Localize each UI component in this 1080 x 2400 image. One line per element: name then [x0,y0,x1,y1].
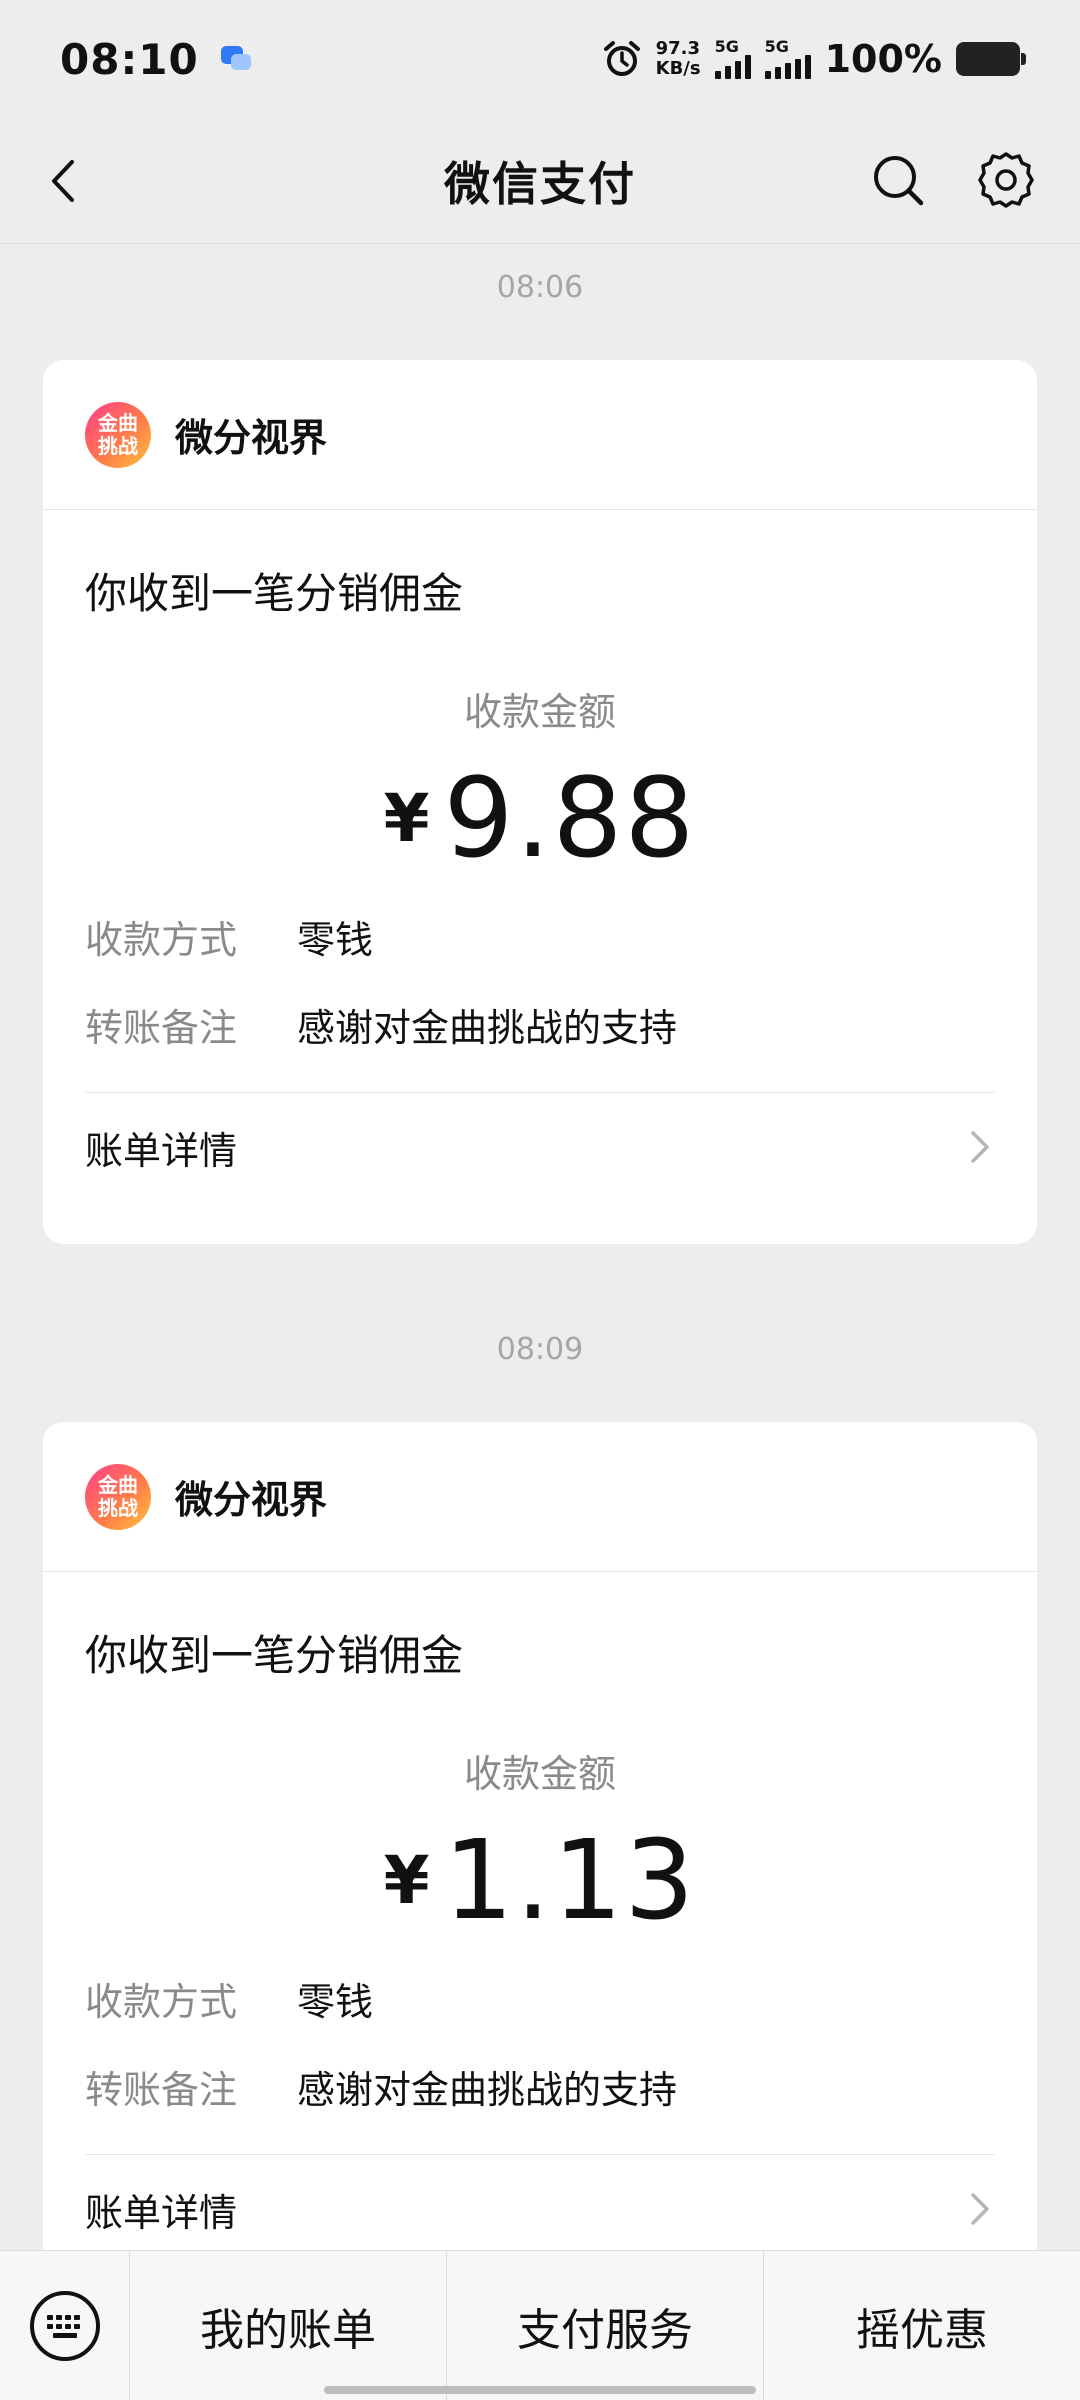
status-time: 08:10 [60,34,199,84]
transfer-note-value: 感谢对金曲挑战的支持 [297,2067,678,2112]
transfer-note-label: 转账备注 [85,1005,238,1050]
alarm-icon [603,41,640,76]
transfer-note-value: 感谢对金曲挑战的支持 [297,1005,678,1050]
message-timestamp: 08:06 [496,270,584,305]
back-arrow-icon[interactable] [40,156,90,206]
menu-my-bills[interactable]: 我的账单 [130,2251,446,2400]
bill-detail-link[interactable]: 账单详情 [85,1093,995,1201]
keyboard-toggle-button[interactable] [0,2250,130,2400]
payment-notification-card[interactable]: 金曲 挑战 微分视界 你收到一笔分销佣金 收款金额 ¥ 1.13 收款方式 零钱… [43,1422,1037,2306]
payment-method-label: 收款方式 [85,917,238,962]
payment-notification-card[interactable]: 金曲 挑战 微分视界 你收到一笔分销佣金 收款金额 ¥ 9.88 收款方式 零钱… [43,360,1037,1244]
amount-label: 收款金额 [463,690,616,734]
payment-method-value: 零钱 [297,917,374,962]
merchant-name: 微分视界 [175,416,328,460]
signal-2-icon: 5G [764,37,811,79]
notification-title: 你收到一笔分销佣金 [85,569,464,618]
payment-method-row: 收款方式 零钱 [85,1972,995,2024]
menu-payment-services[interactable]: 支付服务 [446,2250,763,2400]
currency-symbol: ¥ [383,1841,430,1919]
page-title: 微信支付 [444,156,636,211]
amount: ¥ 1.13 [85,1816,995,1944]
home-indicator[interactable] [324,2386,756,2394]
payment-method-value: 零钱 [297,1979,374,2024]
merchant-avatar[interactable]: 金曲 挑战 [85,1463,151,1530]
merchant-name: 微分视界 [175,1478,328,1522]
bill-detail-link[interactable]: 账单详情 [85,2155,995,2263]
network-speed: 97.3 KB/s [656,39,701,79]
payment-method-row: 收款方式 零钱 [85,910,995,962]
amount-value: 1.13 [443,1816,697,1944]
signal-2-label: 5G [764,37,789,56]
bottom-menu-bar: 我的账单 支付服务 摇优惠 [0,2250,1080,2400]
status-bar: 08:10 97.3 KB/s 5G 5G 100% [0,0,1080,118]
amount-label: 收款金额 [463,1752,616,1796]
signal-1-label: 5G [714,37,739,56]
transfer-note-row: 转账备注 感谢对金曲挑战的支持 [85,998,995,1050]
notification-app-icon [219,44,253,74]
card-header[interactable]: 金曲 挑战 微分视界 [43,360,1037,510]
network-speed-value: 97.3 [655,38,701,59]
chevron-right-icon [971,1131,989,1163]
bill-detail-label: 账单详情 [85,1128,238,1173]
message-timestamp: 08:09 [496,1332,584,1367]
amount: ¥ 9.88 [85,754,995,882]
currency-symbol: ¥ [383,779,430,857]
search-icon[interactable] [868,150,928,210]
keyboard-icon [29,2290,100,2361]
signal-1-icon: 5G [714,37,751,79]
merchant-avatar[interactable]: 金曲 挑战 [85,401,151,468]
menu-shake-offers[interactable]: 摇优惠 [763,2250,1080,2400]
nav-bar: 微信支付 [0,118,1080,244]
battery-icon [956,42,1026,76]
card-header[interactable]: 金曲 挑战 微分视界 [43,1422,1037,1572]
battery-level: 100% [824,37,942,81]
transfer-note-row: 转账备注 感谢对金曲挑战的支持 [85,2060,995,2112]
amount-value: 9.88 [443,754,697,882]
payment-method-label: 收款方式 [85,1979,238,2024]
gear-icon[interactable] [974,148,1038,212]
network-speed-unit: KB/s [655,58,701,79]
transfer-note-label: 转账备注 [85,2067,238,2112]
bill-detail-label: 账单详情 [85,2190,238,2235]
chevron-right-icon [971,2193,989,2225]
notification-title: 你收到一笔分销佣金 [85,1631,464,1680]
